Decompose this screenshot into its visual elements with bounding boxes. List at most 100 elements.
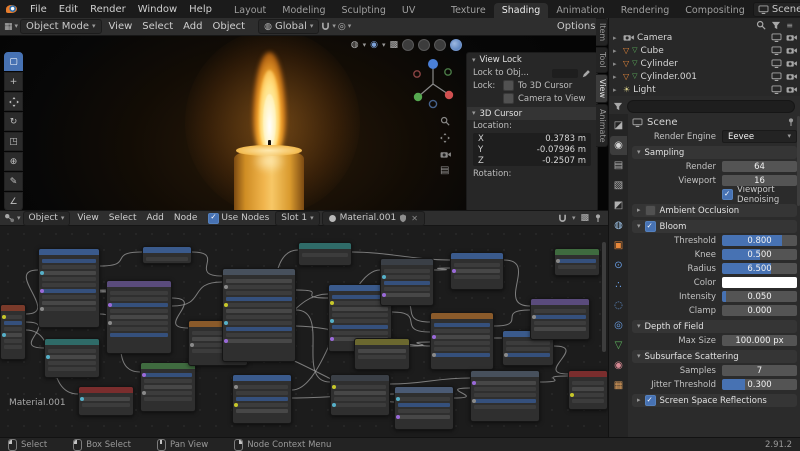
shading-material-button[interactable] <box>434 39 446 51</box>
eyedropper-icon[interactable] <box>582 69 591 78</box>
tab-texture-paint[interactable]: Texture Paint <box>443 3 494 31</box>
section-header-subsurface-scattering[interactable]: ▾ Subsurface Scattering <box>632 350 797 363</box>
shader-node[interactable] <box>0 304 26 360</box>
tool-move[interactable] <box>4 92 23 111</box>
viewport-menu-select[interactable]: Select <box>137 21 178 32</box>
outliner-item-cube[interactable]: ▸ ▽ ▽ Cube <box>609 44 800 57</box>
value-field-clamp[interactable]: 0.000 <box>722 305 797 316</box>
proportional-edit-icon[interactable]: ◎ <box>338 22 346 32</box>
sidebar-tab-view[interactable]: View <box>596 73 608 103</box>
shader-menu-node[interactable]: Node <box>169 213 203 223</box>
expand-arrow-icon[interactable]: ▸ <box>613 47 620 55</box>
shader-node[interactable] <box>568 370 608 410</box>
value-field-samples[interactable]: 7 <box>722 365 797 376</box>
outliner-options-icon[interactable]: ≡ <box>786 21 793 30</box>
tool-annotate[interactable]: ✎ <box>4 172 23 191</box>
sidebar-tab-tool[interactable]: Tool <box>596 47 608 73</box>
outliner-item-camera[interactable]: ▸ Camera <box>609 31 800 44</box>
mode-dropdown[interactable]: Object Mode ▾ <box>20 19 102 34</box>
tool-measure[interactable]: ∠ <box>4 192 23 210</box>
value-field-threshold[interactable]: 0.800 <box>722 235 797 246</box>
properties-tab-view-layer[interactable]: ▧ <box>610 176 627 195</box>
shader-node[interactable] <box>140 362 196 412</box>
zoom-icon[interactable] <box>440 116 451 126</box>
pin-icon[interactable] <box>594 213 602 223</box>
proportional-caret-icon[interactable]: ▾ <box>348 23 352 30</box>
cursor-3d-header[interactable]: ▾ 3D Cursor <box>467 107 597 120</box>
outliner-item-light[interactable]: ▸ ☀ Light <box>609 83 800 96</box>
chevron-down-icon[interactable]: ▾ <box>363 41 367 49</box>
perspective-toggle-icon[interactable]: ▤ <box>440 166 451 176</box>
properties-tab-object-data[interactable]: ▽ <box>610 336 627 355</box>
menu-help[interactable]: Help <box>183 4 218 15</box>
properties-tab-material[interactable]: ◉ <box>610 356 627 375</box>
viewport-menu-add[interactable]: Add <box>178 21 207 32</box>
shader-node[interactable] <box>298 242 352 266</box>
properties-tab-scene[interactable]: ◩ <box>610 196 627 215</box>
hide-viewport-icon[interactable] <box>771 46 782 55</box>
tab-rendering[interactable]: Rendering <box>613 3 678 18</box>
shader-node[interactable] <box>330 374 390 416</box>
tab-shading[interactable]: Shading <box>493 3 549 18</box>
tab-compositing[interactable]: Compositing <box>677 3 753 18</box>
shader-editor-icon[interactable] <box>4 213 15 223</box>
to-3d-cursor-checkbox[interactable] <box>503 80 514 91</box>
node-editor-scrollbar[interactable] <box>602 242 606 352</box>
properties-tab-particles[interactable]: ∴ <box>610 276 627 295</box>
shading-solid-button[interactable] <box>418 39 430 51</box>
shader-node[interactable] <box>232 374 292 424</box>
shader-node[interactable] <box>44 338 100 378</box>
expand-arrow-icon[interactable]: ▸ <box>613 73 620 81</box>
shader-menu-view[interactable]: View <box>72 213 103 223</box>
orientation-dropdown[interactable]: ◍ Global ▾ <box>258 19 320 34</box>
axis-gizmo[interactable] <box>410 54 456 112</box>
tool-cursor[interactable]: + <box>4 72 23 91</box>
snap-magnet-icon[interactable] <box>321 22 330 31</box>
viewport-menu-object[interactable]: Object <box>208 21 251 32</box>
properties-tab-modifiers[interactable]: ⊙ <box>610 256 627 275</box>
expand-arrow-icon[interactable]: ▸ <box>613 60 620 68</box>
material-name-field[interactable]: Material.001 ✕ <box>321 210 425 226</box>
menu-window[interactable]: Window <box>132 4 183 15</box>
tab-sculpting[interactable]: Sculpting <box>333 3 393 18</box>
outliner-item-cylinder[interactable]: ▸ ▽ ▽ Cylinder <box>609 57 800 70</box>
hide-viewport-icon[interactable] <box>771 85 782 94</box>
hide-viewport-icon[interactable] <box>771 72 782 81</box>
editor-type-icon[interactable]: ▦ <box>4 22 13 32</box>
lock-object-field[interactable] <box>552 68 578 78</box>
value-field-intensity[interactable]: 0.050 <box>722 291 797 302</box>
chevron-down-icon[interactable]: ▾ <box>572 214 576 222</box>
shader-node[interactable] <box>470 370 540 422</box>
menu-edit[interactable]: Edit <box>53 4 84 15</box>
tool-transform[interactable]: ⊕ <box>4 152 23 171</box>
section-checkbox[interactable] <box>644 395 656 406</box>
cursor-x-field[interactable]: X 0.3783 m <box>473 133 591 144</box>
shader-node[interactable] <box>354 338 410 370</box>
shading-wireframe-button[interactable] <box>402 39 414 51</box>
expand-arrow-icon[interactable]: ▸ <box>613 86 620 94</box>
tab-animation[interactable]: Animation <box>548 3 612 18</box>
chevron-down-icon[interactable]: ▾ <box>382 41 386 49</box>
tab-uv-editing[interactable]: UV Editing <box>394 3 443 31</box>
section-checkbox[interactable] <box>644 221 656 232</box>
hide-render-icon[interactable] <box>786 33 797 42</box>
properties-tab-object[interactable]: ▣ <box>610 236 627 255</box>
hide-render-icon[interactable] <box>786 85 797 94</box>
filter-funnel-icon[interactable] <box>771 21 781 30</box>
outliner-item-cylinder-001[interactable]: ▸ ▽ ▽ Cylinder.001 <box>609 70 800 83</box>
value-field-knee[interactable]: 0.500 <box>722 249 797 260</box>
value-field-color[interactable] <box>722 277 797 288</box>
scene-selector[interactable]: Scene ▢ ✕ <box>752 1 800 17</box>
pin-icon[interactable] <box>787 117 797 127</box>
camera-to-view-checkbox[interactable] <box>503 93 514 104</box>
shader-menu-add[interactable]: Add <box>141 213 168 223</box>
section-header-sampling[interactable]: ▾ Sampling <box>632 146 797 159</box>
value-field-render[interactable]: 64 <box>722 161 797 172</box>
camera-view-icon[interactable] <box>440 150 451 159</box>
hide-viewport-icon[interactable] <box>771 59 782 68</box>
unlink-material-button[interactable]: ✕ <box>410 214 419 223</box>
hide-render-icon[interactable] <box>786 46 797 55</box>
hide-viewport-icon[interactable] <box>771 33 782 42</box>
tab-modeling[interactable]: Modeling <box>274 3 333 18</box>
cursor-y-field[interactable]: Y -0.07996 m <box>473 144 591 155</box>
